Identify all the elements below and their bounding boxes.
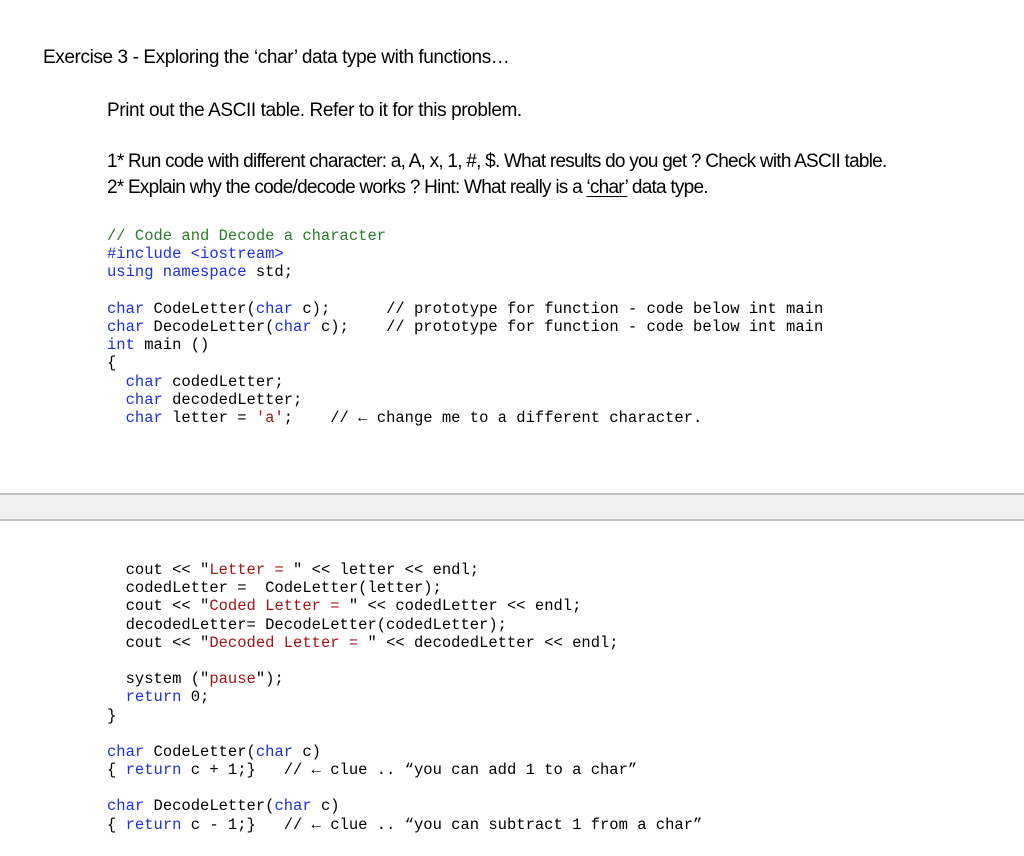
code-text: main () — [134, 336, 210, 355]
code-line: // Code and Decode a character — [107, 227, 823, 245]
keyword-token: char — [107, 299, 145, 318]
code-line: cout << "Decoded Letter = " << decodedLe… — [107, 634, 702, 652]
code-line: char codedLetter; — [107, 373, 823, 391]
code-line: #include <iostream> — [107, 245, 823, 263]
code-block-bottom: cout << "Letter = " << letter << endl; c… — [107, 561, 702, 834]
code-text: cout << " — [107, 597, 210, 616]
code-line: char CodeLetter(char c) — [107, 743, 702, 761]
question-2-tail: data type. — [627, 177, 709, 198]
code-text: " << codedLetter << endl; — [348, 597, 582, 616]
code-text: CodeLetter( — [144, 742, 256, 761]
code-line: char decodedLetter; — [107, 391, 823, 409]
code-text: c) — [311, 797, 340, 816]
code-text: { — [107, 354, 117, 373]
code-text: DecodeLetter( — [144, 317, 275, 336]
string-token: Coded Letter = — [209, 597, 349, 616]
code-text: DecodeLetter( — [144, 797, 275, 816]
code-text: cout << " — [107, 561, 210, 579]
code-line: char CodeLetter(char c); // prototype fo… — [107, 300, 823, 318]
code-line: cout << "Coded Letter = " << codedLetter… — [107, 597, 702, 615]
code-text: letter = — [162, 408, 256, 427]
code-text: codedLetter = CodeLetter(letter); — [107, 579, 442, 598]
code-text: ; // ← change me to a different characte… — [283, 408, 703, 427]
code-line: using namespace std; — [107, 263, 823, 281]
keyword-token: char — [107, 317, 145, 336]
string-token: Letter = — [209, 561, 294, 579]
code-line: { return c + 1;} // ← clue .. “you can a… — [107, 761, 702, 779]
code-line: decodedLetter= DecodeLetter(codedLetter)… — [107, 616, 702, 634]
keyword-token: char — [274, 797, 312, 816]
keyword-token: char — [125, 372, 163, 391]
code-line: codedLetter = CodeLetter(letter); — [107, 579, 702, 597]
keyword-token: char — [255, 742, 294, 761]
question-2-text: 2* Explain why the code/decode works ? H… — [107, 177, 587, 198]
char-keyword-underlined: ‘char’ — [586, 177, 628, 198]
code-text: } — [107, 706, 117, 725]
keyword-token: char — [125, 390, 163, 409]
code-line: } — [107, 707, 702, 725]
code-text: std; — [246, 263, 294, 282]
keyword-token: return — [125, 815, 182, 834]
keyword-token: char — [125, 408, 163, 427]
code-line: int main () — [107, 336, 823, 354]
keyword-token: int — [107, 336, 135, 355]
code-text: decodedLetter= DecodeLetter(codedLetter)… — [107, 615, 507, 634]
code-block-top: // Code and Decode a character #include <… — [107, 227, 823, 427]
exercise-title: Exercise 3 - Exploring the ‘char’ data t… — [43, 47, 510, 68]
code-text: "); — [255, 670, 284, 689]
question-1: 1* Run code with different character: a,… — [107, 151, 887, 172]
string-token: Decoded Letter = — [209, 633, 368, 652]
code-text: codedLetter; — [162, 372, 284, 391]
code-text: { — [107, 815, 126, 834]
code-line: return 0; — [107, 688, 702, 706]
string-token: 'a' — [255, 408, 284, 427]
preprocessor-token: #include <iostream> — [107, 245, 284, 264]
keyword-token: return — [125, 688, 182, 707]
code-text: c); // prototype for function - code bel… — [293, 299, 824, 318]
comment-token: // Code and Decode a character — [107, 227, 387, 245]
keyword-token: return — [125, 761, 182, 780]
keyword-token: char — [107, 742, 145, 761]
code-text: 0; — [181, 688, 210, 707]
code-line: { — [107, 354, 823, 372]
code-line: system ("pause"); — [107, 670, 702, 688]
code-text: cout << " — [107, 633, 210, 652]
code-text: " << decodedLetter << endl; — [367, 633, 619, 652]
keyword-token: char — [107, 797, 145, 816]
question-2: 2* Explain why the code/decode works ? H… — [107, 177, 709, 199]
code-text: decodedLetter; — [162, 390, 303, 409]
code-line: cout << "Letter = " << letter << endl; — [107, 561, 702, 579]
code-line: char DecodeLetter(char c); // prototype … — [107, 318, 823, 336]
keyword-token: using namespace — [107, 263, 247, 282]
code-text: { — [107, 761, 126, 780]
code-line: char letter = 'a'; // ← change me to a d… — [107, 409, 823, 427]
page-break-divider — [0, 493, 1024, 521]
code-text: c + 1;} // ← clue .. “you can add 1 to a… — [181, 761, 638, 780]
code-text: CodeLetter( — [144, 299, 256, 318]
code-text: c) — [293, 742, 321, 761]
code-text: c - 1;} // ← clue .. “you can subtract 1… — [181, 815, 703, 834]
keyword-token: char — [255, 299, 294, 318]
string-token: pause — [209, 670, 256, 689]
intro-instruction: Print out the ASCII table. Refer to it f… — [107, 100, 522, 121]
keyword-token: char — [274, 317, 312, 336]
code-line: { return c - 1;} // ← clue .. “you can s… — [107, 816, 702, 834]
code-text: " << letter << endl; — [293, 561, 480, 579]
code-text: system (" — [107, 670, 210, 689]
code-line: char DecodeLetter(char c) — [107, 797, 702, 815]
code-text: c); // prototype for function - code bel… — [311, 317, 824, 336]
